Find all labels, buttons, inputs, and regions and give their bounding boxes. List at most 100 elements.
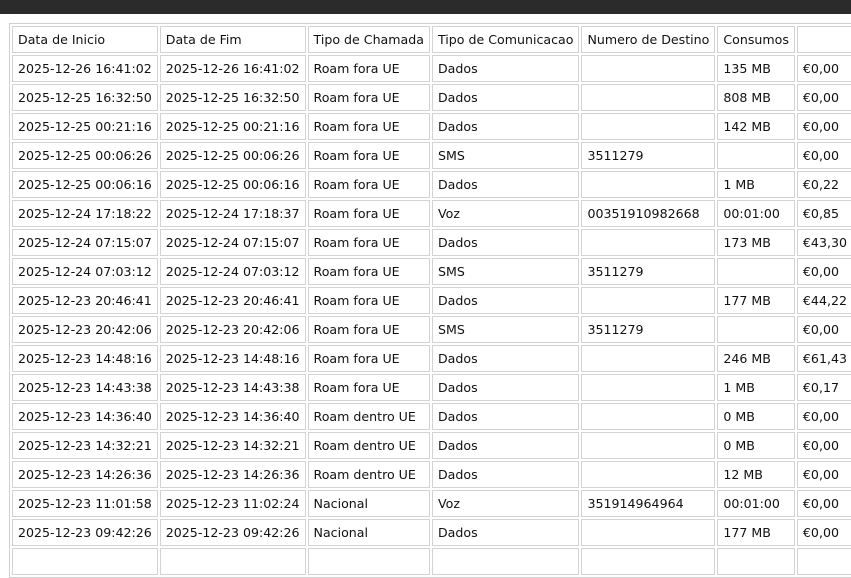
cell-consumption: 12 MB <box>717 461 795 488</box>
table-row: 2025-12-23 11:01:58 2025-12-23 11:02:24 Na… <box>12 490 851 517</box>
cell-start-date: 2025-12-23 14:43:38 <box>12 374 158 401</box>
cell-call-type: Nacional <box>307 490 430 517</box>
cell-consumption: 177 MB <box>717 519 795 546</box>
table-row: 2025-12-25 00:06:16 2025-12-25 00:06:16 Ro… <box>12 171 851 198</box>
cell-start-date <box>12 548 158 575</box>
cell-comm-type: Dados <box>431 113 580 140</box>
cell-call-type: Roam fora UE <box>307 84 430 111</box>
header-cost <box>796 26 851 53</box>
cell-call-type: Roam fora UE <box>307 316 430 343</box>
cell-cost: €61,43 <box>796 345 851 372</box>
cell-comm-type: Dados <box>431 55 580 82</box>
cell-call-type: Roam fora UE <box>307 345 430 372</box>
cell-cost: €44,22 <box>796 287 851 314</box>
cell-destination <box>581 171 716 198</box>
cell-end-date: 2025-12-26 16:41:02 <box>159 55 306 82</box>
cell-consumption: 1 MB <box>717 374 795 401</box>
cell-end-date: 2025-12-25 00:06:26 <box>159 142 306 169</box>
cell-destination <box>581 461 716 488</box>
usage-table: Data de Inicio Data de Fim Tipo de Chamada… <box>9 23 851 578</box>
cell-end-date: 2025-12-23 09:42:26 <box>159 519 306 546</box>
cell-start-date: 2025-12-25 00:06:16 <box>12 171 158 198</box>
table-row: 2025-12-23 14:26:36 2025-12-23 14:26:36 Ro… <box>12 461 851 488</box>
cell-start-date: 2025-12-24 17:18:22 <box>12 200 158 227</box>
cell-call-type: Roam fora UE <box>307 229 430 256</box>
cell-cost: €0,17 <box>796 374 851 401</box>
cell-destination <box>581 55 716 82</box>
cell-comm-type: Dados <box>431 229 580 256</box>
cell-comm-type: Dados <box>431 461 580 488</box>
cell-cost: €0,00 <box>796 84 851 111</box>
cell-end-date: 2025-12-23 14:36:40 <box>159 403 306 430</box>
cell-comm-type: Dados <box>431 519 580 546</box>
cell-call-type: Roam fora UE <box>307 374 430 401</box>
cell-start-date: 2025-12-23 14:26:36 <box>12 461 158 488</box>
table-row: 2025-12-23 14:43:38 2025-12-23 14:43:38 Ro… <box>12 374 851 401</box>
table-row: 2025-12-26 16:41:02 2025-12-26 16:41:02 Ro… <box>12 55 851 82</box>
cell-consumption <box>717 548 795 575</box>
cell-comm-type: Dados <box>431 403 580 430</box>
cell-destination: 3511279 <box>581 142 716 169</box>
cell-destination: 3511279 <box>581 258 716 285</box>
cell-call-type: Roam fora UE <box>307 287 430 314</box>
cell-call-type: Roam fora UE <box>307 142 430 169</box>
cell-comm-type: SMS <box>431 316 580 343</box>
table-row: 2025-12-24 07:15:07 2025-12-24 07:15:07 Ro… <box>12 229 851 256</box>
cell-consumption: 173 MB <box>717 229 795 256</box>
cell-start-date: 2025-12-25 16:32:50 <box>12 84 158 111</box>
cell-consumption: 142 MB <box>717 113 795 140</box>
cell-start-date: 2025-12-24 07:03:12 <box>12 258 158 285</box>
cell-comm-type <box>431 548 580 575</box>
cell-call-type: Roam dentro UE <box>307 403 430 430</box>
cell-cost: €0,00 <box>796 461 851 488</box>
cell-destination <box>581 84 716 111</box>
cell-cost: €0,00 <box>796 432 851 459</box>
cell-start-date: 2025-12-24 07:15:07 <box>12 229 158 256</box>
header-consumption: Consumos <box>717 26 795 53</box>
table-row: 2025-12-25 00:06:26 2025-12-25 00:06:26 Ro… <box>12 142 851 169</box>
cell-cost: €0,00 <box>796 55 851 82</box>
cell-call-type: Roam dentro UE <box>307 461 430 488</box>
cell-start-date: 2025-12-23 11:01:58 <box>12 490 158 517</box>
cell-start-date: 2025-12-23 09:42:26 <box>12 519 158 546</box>
cell-destination <box>581 432 716 459</box>
cell-end-date: 2025-12-23 20:46:41 <box>159 287 306 314</box>
cell-destination: 3511279 <box>581 316 716 343</box>
cell-destination: 351914964964 <box>581 490 716 517</box>
cell-call-type: Roam fora UE <box>307 171 430 198</box>
cell-comm-type: SMS <box>431 258 580 285</box>
cell-end-date: 2025-12-24 07:15:07 <box>159 229 306 256</box>
cell-cost: €0,00 <box>796 258 851 285</box>
cell-destination <box>581 229 716 256</box>
header-comm-type: Tipo de Comunicacao <box>431 26 580 53</box>
header-destination: Numero de Destino <box>581 26 716 53</box>
cell-consumption <box>717 258 795 285</box>
cell-consumption: 00:01:00 <box>717 490 795 517</box>
cell-consumption: 246 MB <box>717 345 795 372</box>
cell-end-date: 2025-12-24 17:18:37 <box>159 200 306 227</box>
header-call-type: Tipo de Chamada <box>307 26 430 53</box>
cell-consumption: 808 MB <box>717 84 795 111</box>
cell-destination <box>581 548 716 575</box>
cell-cost: €0,00 <box>796 403 851 430</box>
cell-comm-type: Dados <box>431 84 580 111</box>
cell-call-type: Roam fora UE <box>307 200 430 227</box>
cell-start-date: 2025-12-25 00:06:26 <box>12 142 158 169</box>
cell-start-date: 2025-12-25 00:21:16 <box>12 113 158 140</box>
cell-start-date: 2025-12-23 20:46:41 <box>12 287 158 314</box>
cell-destination <box>581 519 716 546</box>
cell-start-date: 2025-12-23 20:42:06 <box>12 316 158 343</box>
cell-cost: €0,00 <box>796 490 851 517</box>
cell-call-type: Nacional <box>307 519 430 546</box>
table-header-row: Data de Inicio Data de Fim Tipo de Chamada… <box>12 26 851 53</box>
cell-consumption: 1 MB <box>717 171 795 198</box>
cell-comm-type: SMS <box>431 142 580 169</box>
table-row: 2025-12-23 20:46:41 2025-12-23 20:46:41 Ro… <box>12 287 851 314</box>
cell-destination: 00351910982668 <box>581 200 716 227</box>
cell-cost: €0,00 <box>796 519 851 546</box>
cell-end-date: 2025-12-23 14:43:38 <box>159 374 306 401</box>
cell-start-date: 2025-12-23 14:36:40 <box>12 403 158 430</box>
cell-destination <box>581 345 716 372</box>
cell-comm-type: Dados <box>431 287 580 314</box>
cell-destination <box>581 403 716 430</box>
